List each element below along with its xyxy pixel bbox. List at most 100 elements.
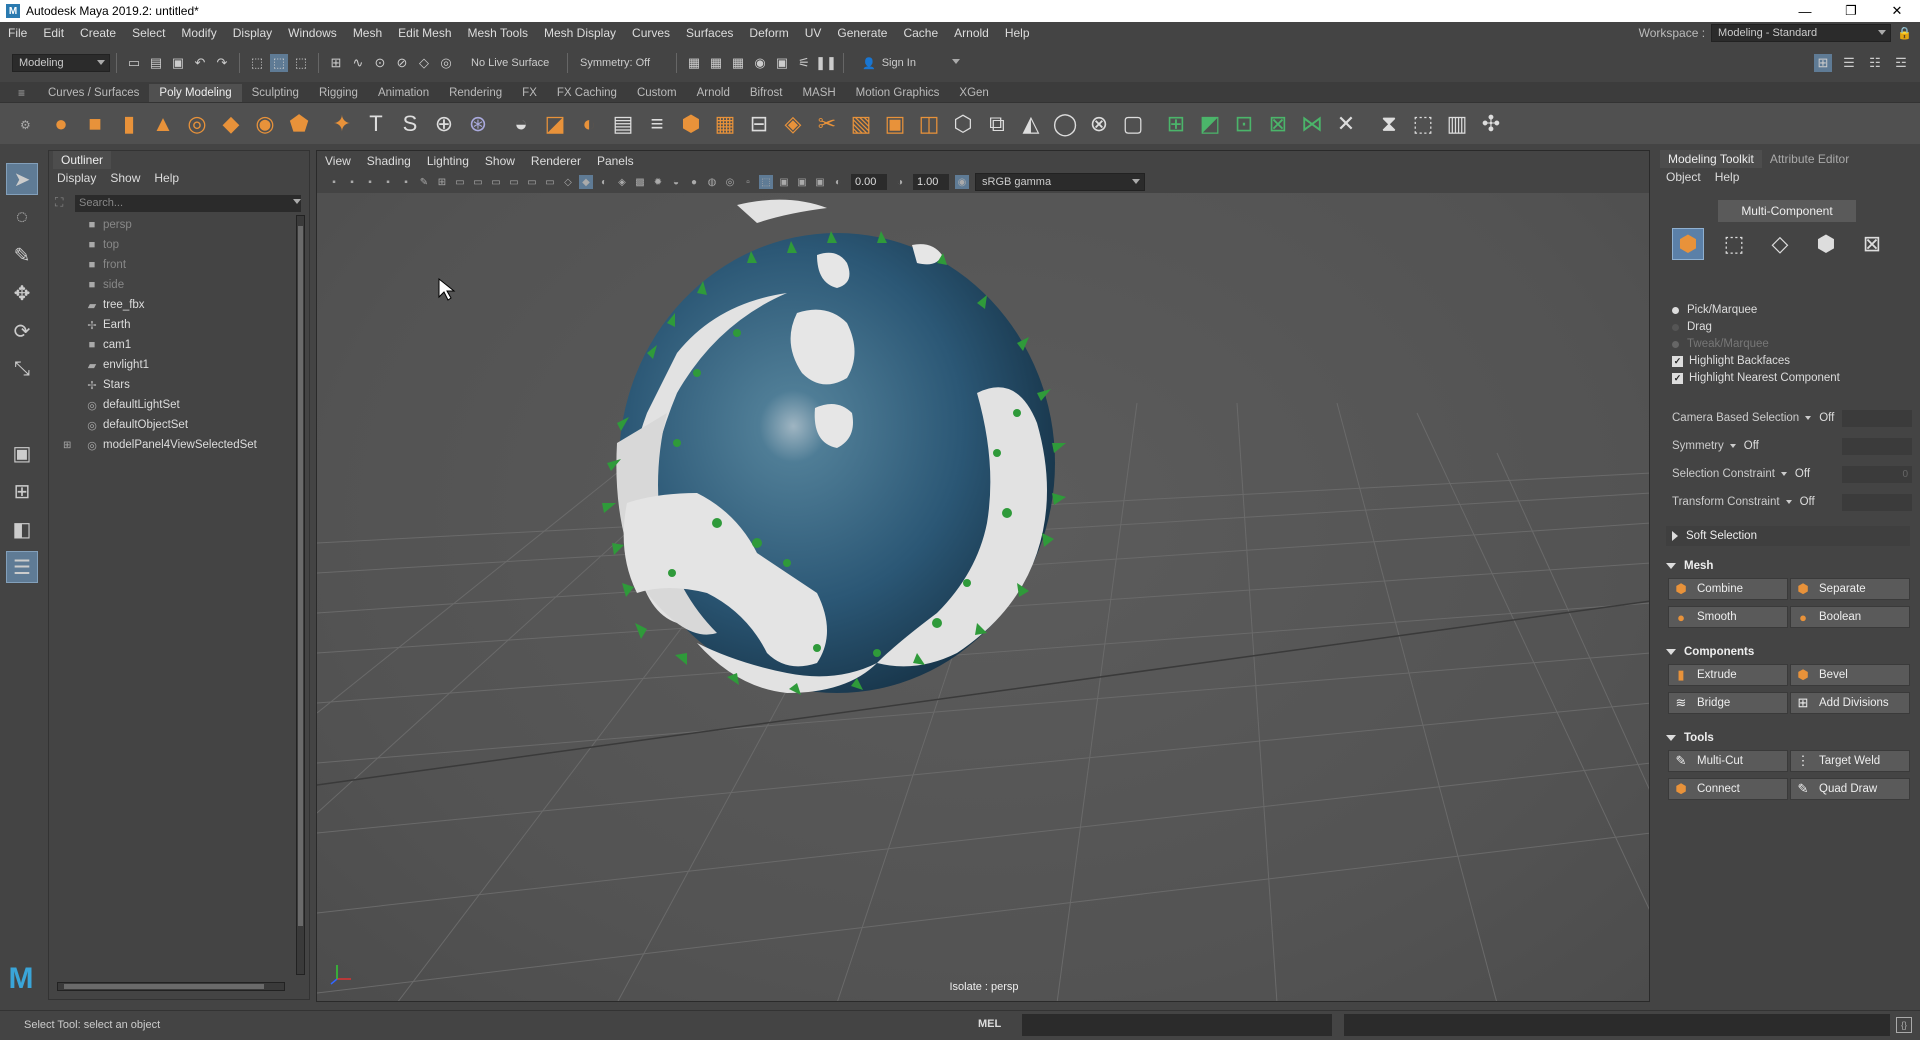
shelf-pin-icon[interactable]: ⊗	[1083, 108, 1115, 140]
shelf-uv-sph-icon[interactable]: ⊠	[1262, 108, 1294, 140]
move-tool-icon[interactable]: ✥	[6, 277, 38, 309]
rotate-tool-icon[interactable]: ⟳	[6, 315, 38, 347]
menu-mesh-display[interactable]: Mesh Display	[536, 26, 624, 40]
gamma-icon[interactable]: ◑	[893, 175, 907, 189]
vertex-mode-icon[interactable]: ⬚	[1718, 228, 1750, 260]
shelf-tab-bifrost[interactable]: Bifrost	[740, 84, 793, 102]
selection-constraint-option[interactable]: Selection Constraint Off 0	[1672, 465, 1912, 483]
multi-cut-button[interactable]: ✎ Multi-Cut	[1668, 750, 1788, 772]
outliner-item-cam1[interactable]: ■ cam1	[49, 335, 289, 355]
shadows-icon[interactable]: ◒	[669, 175, 683, 189]
shelf-tab-fx-caching[interactable]: FX Caching	[547, 84, 627, 102]
single-perspective-layout-icon[interactable]: ▣	[6, 437, 38, 469]
search-dropdown-icon[interactable]	[293, 199, 301, 204]
shelf-uv-sew-icon[interactable]: ⧗	[1373, 108, 1405, 140]
menu-set-dropdown[interactable]: Modeling	[12, 54, 110, 72]
shelf-svg-icon[interactable]: S	[394, 108, 426, 140]
viewport-menu-panels[interactable]: Panels	[597, 154, 634, 168]
shelf-edge-icon[interactable]: ▦	[709, 108, 741, 140]
pause-icon[interactable]: ❚❚	[815, 54, 837, 72]
select-object-icon[interactable]: ⬚	[270, 54, 288, 72]
two-pane-layout-icon[interactable]: ◧	[6, 513, 38, 545]
outliner-item-tree_fbx[interactable]: ▰ tree_fbx	[49, 295, 289, 315]
workspace-dropdown[interactable]: Modeling - Standard	[1711, 24, 1892, 42]
shelf-extrude-icon[interactable]: ▤	[607, 108, 639, 140]
smooth-shade-icon[interactable]: ◆	[579, 175, 593, 189]
menu-surfaces[interactable]: Surfaces	[678, 26, 741, 40]
uv-mode-icon[interactable]: ⊠	[1856, 228, 1888, 260]
live-surface-field[interactable]: No Live Surface	[465, 54, 561, 72]
viewport-menu-lighting[interactable]: Lighting	[427, 154, 469, 168]
view-transform-dropdown[interactable]: sRGB gamma	[975, 173, 1145, 191]
use-all-lights-icon[interactable]: ✹	[651, 175, 665, 189]
render-frame-icon[interactable]: ▦	[707, 54, 725, 72]
shelf-uv-unfold-icon[interactable]: ⬚	[1407, 108, 1439, 140]
lock-icon[interactable]: 🔒	[1897, 26, 1912, 40]
camera-attributes-icon[interactable]: ▪	[345, 175, 359, 189]
shelf-bridge-icon[interactable]: ≡	[641, 108, 673, 140]
boolean-button[interactable]: ● Boolean	[1790, 606, 1910, 628]
outliner-item-persp[interactable]: ■ persp	[49, 215, 289, 235]
grease-pencil-icon[interactable]: ✎	[417, 175, 431, 189]
dropdown-arrow-icon[interactable]	[1780, 472, 1787, 476]
undo-icon[interactable]: ↶	[191, 54, 209, 72]
field-chart-icon[interactable]: ▭	[507, 175, 521, 189]
symmetry-option[interactable]: Symmetry Off	[1672, 437, 1912, 455]
shelf-fill-icon[interactable]: ▣	[879, 108, 911, 140]
image-plane-icon[interactable]: ▪	[381, 175, 395, 189]
shelf-bevel-icon[interactable]: ⬢	[675, 108, 707, 140]
scrollbar-thumb[interactable]	[298, 226, 303, 926]
target-weld-button[interactable]: ⋮ Target Weld	[1790, 750, 1910, 772]
camera-based-selection-option[interactable]: Camera Based Selection Off	[1672, 409, 1912, 427]
menu-file[interactable]: File	[0, 26, 35, 40]
shelf-tab-poly-modeling[interactable]: Poly Modeling	[149, 84, 242, 102]
ipr-render-icon[interactable]: ▦	[729, 54, 747, 72]
shelf-superShape-icon[interactable]: ✦	[326, 108, 358, 140]
gate-mask-icon[interactable]: ▭	[489, 175, 503, 189]
add-divisions-button[interactable]: ⊞ Add Divisions	[1790, 692, 1910, 714]
shelf-uv-icon[interactable]: ⊛	[462, 108, 494, 140]
wireframe-icon[interactable]: ◇	[561, 175, 575, 189]
outliner-layout-icon[interactable]: ☰	[6, 551, 38, 583]
menu-create[interactable]: Create	[72, 26, 124, 40]
face-mode-icon[interactable]: ⬢	[1810, 228, 1842, 260]
shelf-cube-icon[interactable]: ■	[79, 108, 111, 140]
shelf-tab-curves-surfaces[interactable]: Curves / Surfaces	[38, 84, 149, 102]
menu-mesh-tools[interactable]: Mesh Tools	[460, 26, 536, 40]
shelf-tab-xgen[interactable]: XGen	[949, 84, 998, 102]
menu-select[interactable]: Select	[124, 26, 173, 40]
multi-component-button[interactable]: Multi-Component	[1718, 200, 1856, 222]
menu-windows[interactable]: Windows	[280, 26, 345, 40]
sign-in-button[interactable]: 👤 Sign In	[856, 54, 964, 72]
shelf-tab-rendering[interactable]: Rendering	[439, 84, 512, 102]
shelf-tab-animation[interactable]: Animation	[368, 84, 439, 102]
shelf-target-icon[interactable]: ◈	[777, 108, 809, 140]
shelf-tab-motion-graphics[interactable]: Motion Graphics	[846, 84, 950, 102]
film-gate-icon[interactable]: ▭	[453, 175, 467, 189]
close-button[interactable]: ✕	[1874, 0, 1920, 22]
toolkit-menu-object[interactable]: Object	[1666, 170, 1701, 184]
shelf-uv-cut-icon[interactable]: ✕	[1330, 108, 1362, 140]
shelf-uv-layout-icon[interactable]: ▥	[1441, 108, 1473, 140]
safe-action-icon[interactable]: ▭	[525, 175, 539, 189]
symmetry-dropdown[interactable]: Symmetry: Off	[574, 54, 670, 72]
attribute-editor-icon[interactable]: ☰	[1840, 54, 1858, 72]
viewport-menu-view[interactable]: View	[325, 154, 351, 168]
shelf-cylinder-icon[interactable]: ▮	[113, 108, 145, 140]
outliner-vertical-scrollbar[interactable]	[296, 215, 305, 975]
shelf-bool-icon[interactable]: ◐	[573, 108, 605, 140]
menu-generate[interactable]: Generate	[829, 26, 895, 40]
open-scene-icon[interactable]: ▤	[147, 54, 165, 72]
screen-space-ao-icon[interactable]: ●	[687, 175, 701, 189]
select-component-icon[interactable]: ⬚	[292, 54, 310, 72]
separate-button[interactable]: ⬢ Separate	[1790, 578, 1910, 600]
snap-curve-icon[interactable]: ∿	[349, 54, 367, 72]
snap-point-icon[interactable]: ⊙	[371, 54, 389, 72]
render-settings-icon[interactable]: ◉	[751, 54, 769, 72]
dropdown-arrow-icon[interactable]	[1785, 500, 1792, 504]
shelf-disc-icon[interactable]: ◉	[249, 108, 281, 140]
shelf-offset-icon[interactable]: ▧	[845, 108, 877, 140]
quad-draw-button[interactable]: ✎ Quad Draw	[1790, 778, 1910, 800]
render-view-icon[interactable]: ▦	[685, 54, 703, 72]
exposure-icon[interactable]: ◐	[831, 175, 845, 189]
